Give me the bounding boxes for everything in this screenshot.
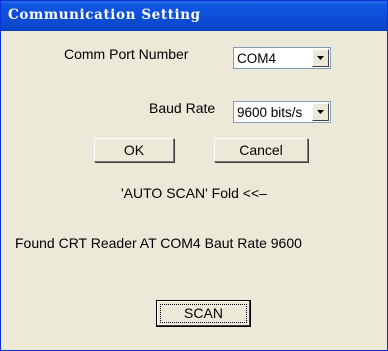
comm-port-value: COM4: [237, 51, 277, 66]
baud-rate-value: 9600 bits/s: [237, 105, 303, 120]
dialog-body: Comm Port Number COM4 Baud Rate 9600 bit…: [1, 31, 387, 350]
baud-rate-label: Baud Rate: [149, 100, 216, 116]
auto-scan-fold-toggle[interactable]: 'AUTO SCAN' Fold <<–: [121, 185, 267, 201]
scan-button[interactable]: SCAN: [156, 300, 251, 327]
chevron-down-icon: [317, 56, 324, 60]
chevron-down-icon: [317, 110, 324, 114]
communication-setting-dialog: Communication Setting Comm Port Number C…: [0, 0, 388, 351]
ok-button[interactable]: OK: [94, 138, 174, 162]
ok-button-label: OK: [123, 142, 145, 158]
comm-port-dropdown-button[interactable]: [312, 49, 329, 67]
scan-status-message: Found CRT Reader AT COM4 Baut Rate 9600: [15, 235, 302, 251]
baud-rate-dropdown-button[interactable]: [312, 103, 329, 121]
title-bar[interactable]: Communication Setting: [1, 1, 387, 31]
focus-indicator: [160, 304, 247, 323]
comm-port-label: Comm Port Number: [64, 46, 189, 62]
window-title: Communication Setting: [8, 7, 201, 23]
baud-rate-select[interactable]: 9600 bits/s: [233, 101, 331, 123]
cancel-button[interactable]: Cancel: [214, 138, 308, 162]
comm-port-select[interactable]: COM4: [233, 47, 331, 69]
cancel-button-label: Cancel: [239, 142, 283, 158]
